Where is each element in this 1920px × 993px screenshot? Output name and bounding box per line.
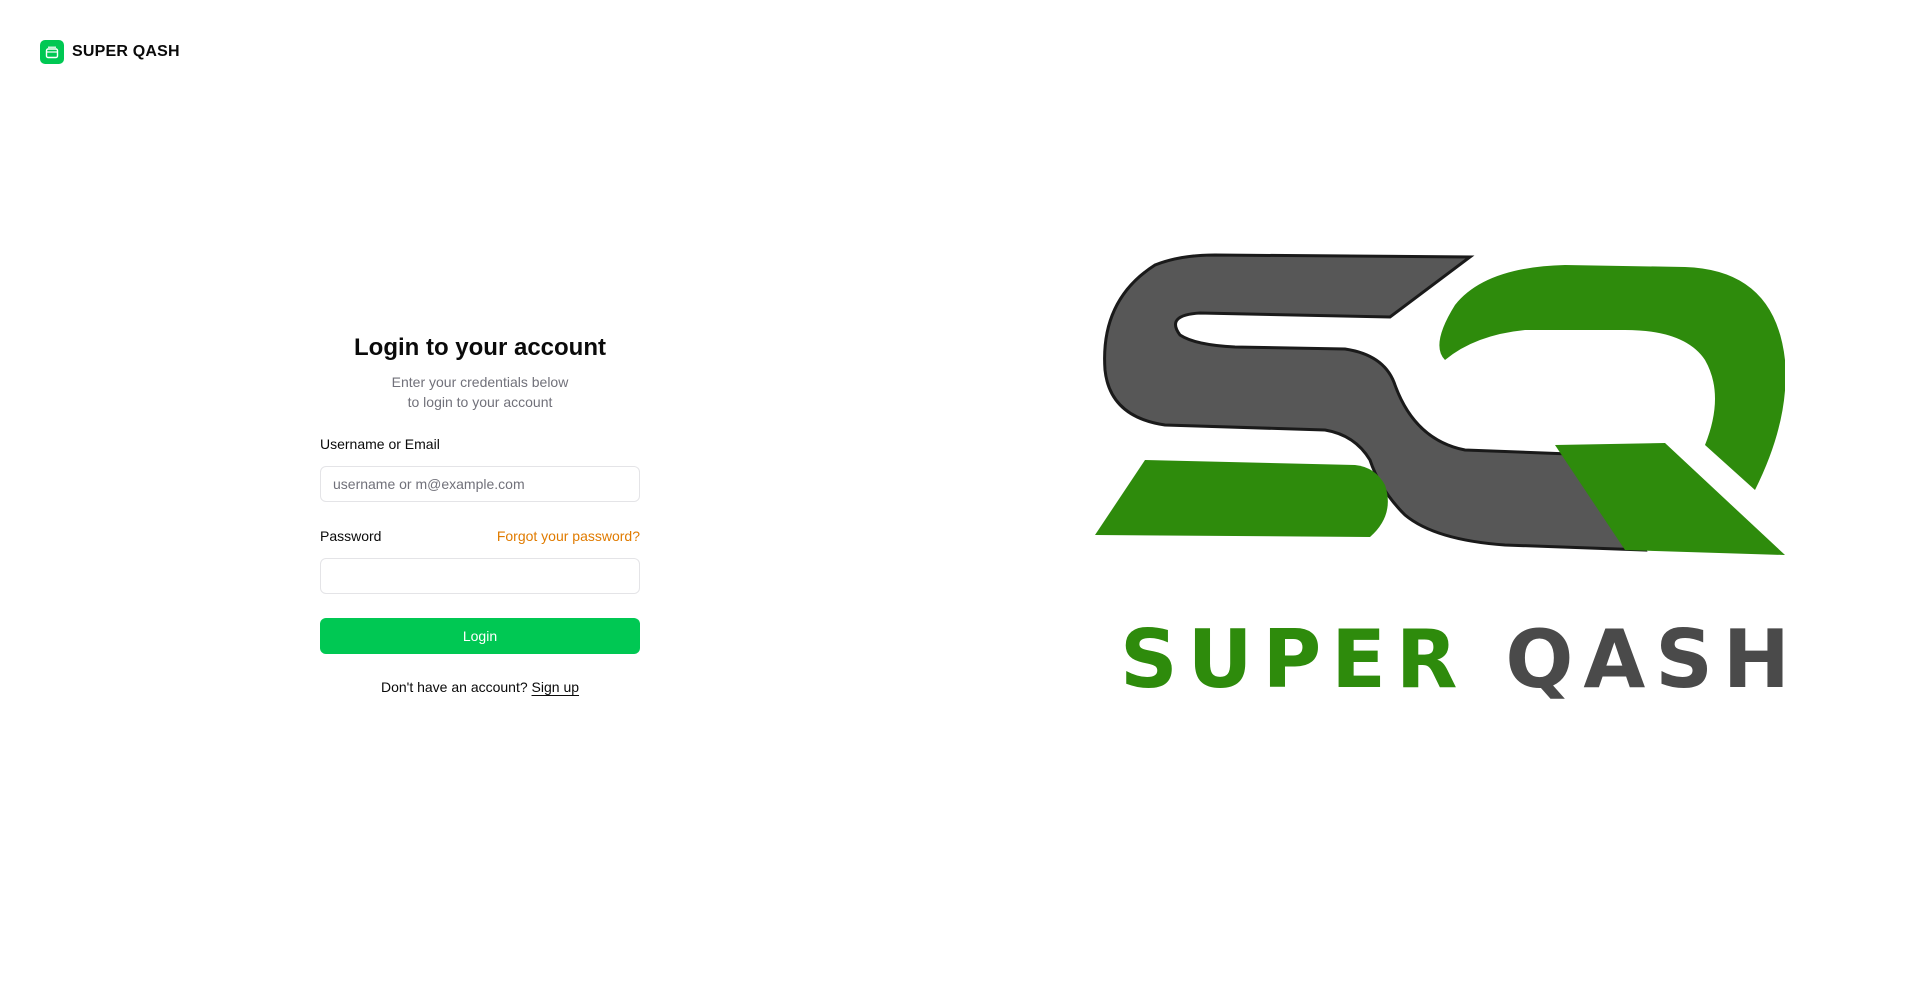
- username-input[interactable]: [320, 466, 640, 502]
- subtitle-line-1: Enter your credentials below: [391, 374, 569, 390]
- login-form: Login to your account Enter your credent…: [320, 334, 640, 695]
- signup-link[interactable]: Sign up: [532, 679, 579, 695]
- subtitle-line-2: to login to your account: [407, 394, 553, 410]
- username-label: Username or Email: [320, 436, 440, 452]
- signup-prompt: Don't have an account?: [380, 679, 528, 695]
- password-input[interactable]: [320, 558, 640, 594]
- brand[interactable]: SUPER QASH: [40, 40, 180, 64]
- brand-name: SUPER QASH: [72, 43, 180, 60]
- page-subtitle: Enter your credentials below to login to…: [320, 372, 640, 412]
- page-title: Login to your account: [354, 334, 606, 361]
- wallet-icon: [40, 40, 64, 64]
- sq-logo-icon: [1095, 253, 1786, 555]
- forgot-password-link[interactable]: Forgot your password?: [497, 528, 640, 544]
- logo-wordmark: SUPER QASH: [1120, 620, 1800, 700]
- password-label: Password: [320, 528, 382, 544]
- login-page: SUPER QASH Login to your account Enter y…: [0, 0, 1920, 993]
- password-group: Password Forgot your password?: [320, 528, 640, 594]
- logo-word-qash: QASH: [1505, 613, 1800, 706]
- logo-word-super: SUPER: [1120, 613, 1468, 706]
- login-button[interactable]: Login: [320, 618, 640, 654]
- username-group: Username or Email: [320, 436, 640, 502]
- signup-row: Don't have an account? Sign up: [320, 679, 640, 695]
